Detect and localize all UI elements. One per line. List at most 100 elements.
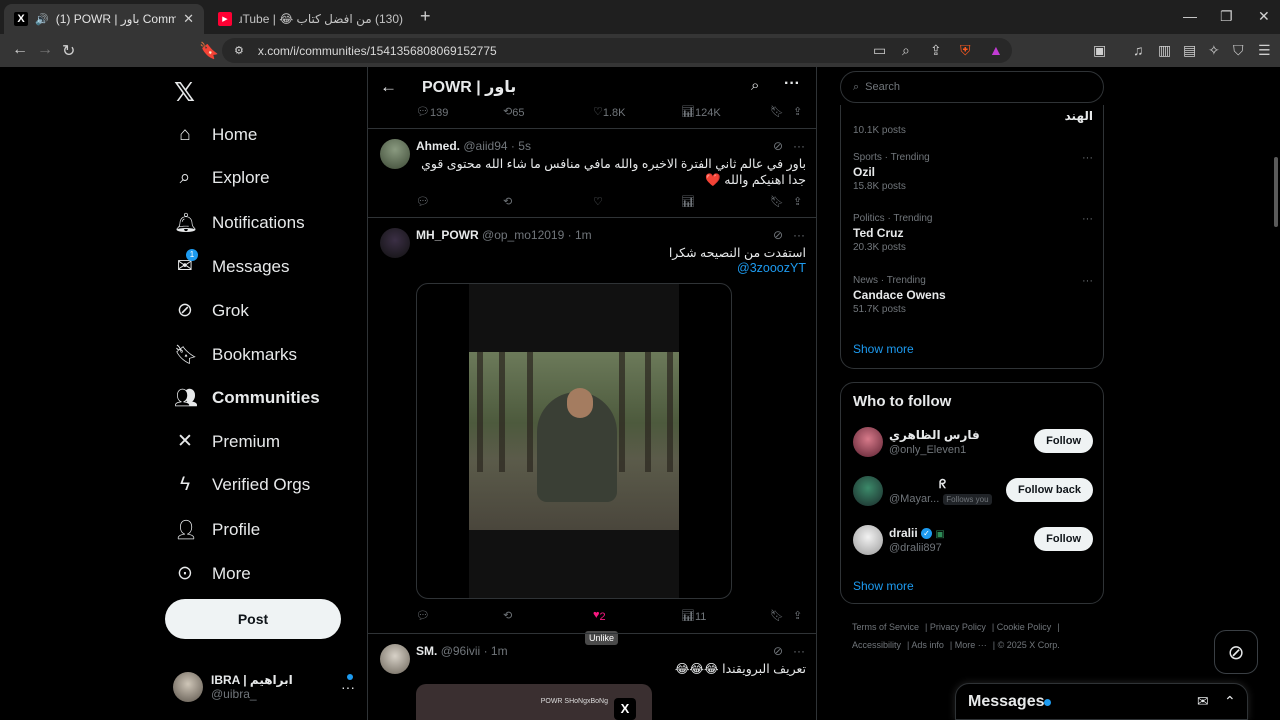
nav-communities[interactable]: 👥︎ Communities [174, 386, 320, 410]
tweet-time[interactable]: 1m [491, 644, 508, 658]
more-dots-icon[interactable]: ··· [784, 75, 800, 93]
more-dots-icon[interactable]: ··· [1082, 213, 1093, 225]
tweet-author-name[interactable]: MH_POWR [416, 228, 479, 242]
grok-floating-button[interactable]: ⊘ [1214, 630, 1258, 674]
repost-button[interactable]: ⟲ [503, 195, 512, 208]
avatar[interactable] [853, 525, 883, 555]
more-dots-icon[interactable]: ··· [793, 228, 805, 242]
footer-link[interactable]: More ··· [955, 640, 987, 650]
forward-icon[interactable]: → [37, 41, 53, 59]
tweet-media-preview[interactable]: POWR SHoNgxBoNg X [416, 684, 652, 720]
tweet[interactable]: MH_POWR @op_mo12019 · 1m ⊘ ··· استفدت من… [368, 218, 816, 632]
tweet-author-handle[interactable]: @op_mo12019 [482, 228, 564, 242]
wallet-icon[interactable]: ▤ [1183, 42, 1196, 59]
follow-button[interactable]: Follow [1034, 527, 1093, 551]
tweet-author-handle[interactable]: @aiid94 [463, 139, 507, 153]
mention-link[interactable]: @3zooozYT [737, 261, 806, 275]
sidebar-icon[interactable]: ▥ [1158, 42, 1171, 59]
tab-x-community[interactable]: X 🔊 (1) POWR | باور Community / X ✕ [4, 4, 204, 34]
repost-button[interactable]: ⟲ [503, 609, 512, 622]
show-more-link[interactable]: Show more [853, 579, 914, 593]
follow-button[interactable]: Follow [1034, 429, 1093, 453]
nav-messages[interactable]: ✉ 1 Messages [174, 249, 289, 278]
follow-back-button[interactable]: Follow back [1006, 478, 1093, 502]
grok-analyze-icon[interactable]: ⊘ [773, 139, 783, 153]
avatar[interactable] [380, 139, 410, 169]
tweet-time[interactable]: 1m [575, 228, 592, 242]
nav-verified-orgs[interactable]: ϟ Verified Orgs [174, 474, 310, 496]
avatar[interactable] [380, 644, 410, 674]
nav-notifications[interactable]: 🔔︎ Notifications [174, 211, 305, 235]
follow-suggestion[interactable]: ᖇ @Mayar... Follows you Follow back [853, 476, 1093, 512]
share-button[interactable]: ⇪ [793, 195, 802, 208]
scrollbar-thumb[interactable] [1274, 157, 1278, 227]
tweet-mention[interactable]: @3zooozYT [416, 260, 806, 276]
tweet-author-name[interactable]: SM. [416, 644, 437, 658]
media-icon[interactable]: ♫ [1133, 42, 1144, 58]
reply-button[interactable]: 💬︎ 139 [416, 105, 448, 119]
repost-button[interactable]: ⟲ 65 [503, 105, 524, 119]
footer-link[interactable]: Cookie Policy [997, 622, 1052, 632]
trend-item[interactable]: News · Trending Candace Owens 51.7K post… [853, 275, 1093, 315]
more-dots-icon[interactable]: ··· [1082, 152, 1093, 164]
reply-button[interactable]: 💬︎ [416, 609, 430, 622]
bookmark-button[interactable]: 🔖︎ [770, 105, 784, 118]
maximize-icon[interactable]: ❐ [1220, 8, 1233, 25]
grok-analyze-icon[interactable]: ⊘ [773, 644, 783, 658]
cast-icon[interactable]: ▭ [873, 42, 886, 59]
site-info-icon[interactable]: ⚙ [234, 44, 244, 57]
tweet-video[interactable] [416, 283, 732, 599]
new-tab-icon[interactable]: + [420, 6, 431, 27]
bookmark-page-icon[interactable]: 🔖 [199, 41, 219, 61]
close-window-icon[interactable]: ✕ [1258, 8, 1270, 25]
minimize-icon[interactable]: — [1183, 8, 1197, 24]
nav-more[interactable]: ⊙ More [174, 562, 251, 585]
views-button[interactable]: 📊︎ [681, 195, 695, 208]
footer-link[interactable]: Terms of Service [852, 622, 919, 632]
zoom-icon[interactable]: ⌕ [902, 42, 910, 59]
reader-mode-icon[interactable]: ▣ [1093, 42, 1106, 59]
like-button[interactable]: ♡ [593, 195, 603, 208]
trend-item[interactable]: الهند 10.1K posts [853, 107, 1093, 136]
bookmark-button[interactable]: 🔖︎ [770, 609, 784, 622]
nav-explore[interactable]: ⌕ Explore [174, 167, 270, 189]
suggestion-name[interactable]: dralii ✓ ▣ [889, 526, 945, 540]
avatar[interactable] [380, 228, 410, 258]
views-button[interactable]: 📊︎ 124K [681, 105, 721, 119]
menu-icon[interactable]: ☰ [1258, 42, 1271, 59]
back-arrow-icon[interactable]: ← [380, 77, 397, 97]
page-scrollbar[interactable] [1272, 67, 1280, 720]
x-logo-icon[interactable]: 𝕏 [174, 77, 195, 108]
more-dots-icon[interactable]: ··· [341, 679, 355, 695]
avatar[interactable] [853, 427, 883, 457]
speaker-icon[interactable]: 🔊 [35, 13, 49, 26]
suggestion-name[interactable]: ᖇ [939, 477, 946, 492]
account-switcher[interactable]: IBRA | ابراهيم @uibra_ ··· [173, 665, 363, 709]
url-field[interactable]: ⚙ x.com/i/communities/154135680806915277… [222, 38, 1012, 63]
share-button[interactable]: ⇪ [793, 105, 802, 118]
tweet-author-name[interactable]: Ahmed. [416, 139, 460, 153]
footer-link[interactable]: Ads info [911, 640, 944, 650]
tab-close-icon[interactable]: ✕ [183, 11, 194, 27]
unlike-button[interactable]: ♥ 2 [593, 609, 606, 623]
tab-youtube[interactable]: ▶ (130) من افضل كتاب 😂 | YouTube [208, 4, 413, 34]
trend-item[interactable]: Politics · Trending Ted Cruz 20.3K posts… [853, 213, 1093, 253]
nav-bookmarks[interactable]: 🔖︎ Bookmarks [174, 343, 297, 367]
vpn-icon[interactable]: ⛉ [1233, 42, 1244, 59]
reload-icon[interactable]: ↻ [62, 41, 75, 61]
bookmark-button[interactable]: 🔖︎ [770, 195, 784, 208]
suggestion-name[interactable]: فارس الظاهري [889, 428, 980, 442]
nav-premium[interactable]: ✕ Premium [174, 430, 280, 453]
like-button[interactable]: ♡ 1.8K [593, 105, 626, 119]
messages-drawer[interactable]: Messages ✉ ⌃ [955, 683, 1248, 720]
nav-grok[interactable]: ⊘ Grok [174, 299, 249, 322]
views-button[interactable]: 📊︎ 11 [681, 609, 706, 623]
grok-analyze-icon[interactable]: ⊘ [773, 228, 783, 242]
leo-ai-icon[interactable]: ✧ [1208, 42, 1220, 59]
back-icon[interactable]: ← [12, 41, 28, 59]
tweet-author-handle[interactable]: @96ivii [441, 644, 481, 658]
new-message-icon[interactable]: ✉ [1197, 693, 1209, 710]
nav-home[interactable]: ⌂ Home [174, 124, 257, 146]
follow-suggestion[interactable]: dralii ✓ ▣ @dralii897 Follow [853, 525, 1093, 561]
more-dots-icon[interactable]: ··· [793, 644, 805, 658]
